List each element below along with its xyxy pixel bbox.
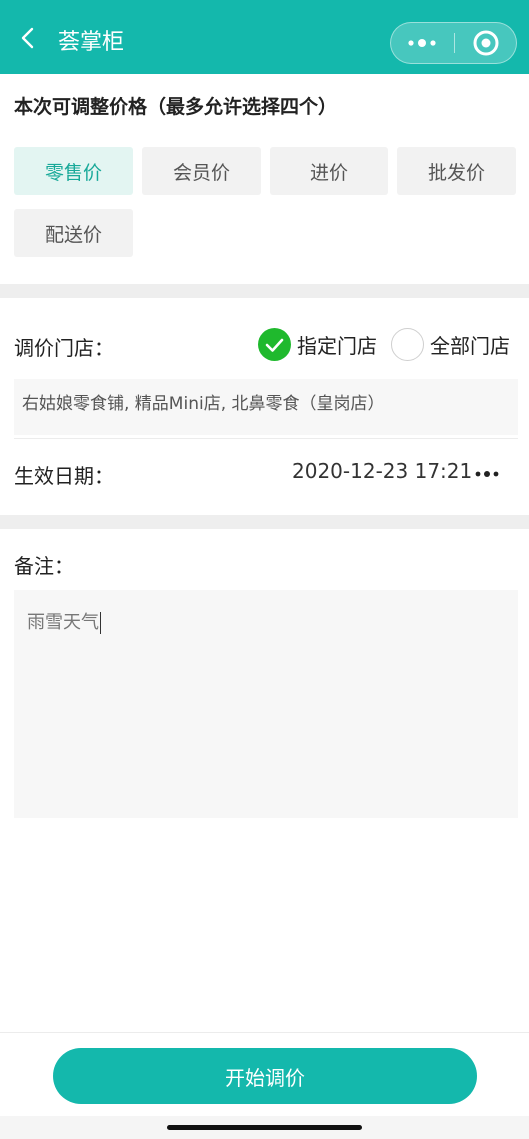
more-button[interactable] — [391, 23, 454, 63]
start-price-adjustment-button[interactable]: 开始调价 — [53, 1048, 477, 1104]
price-section-title: 本次可调整价格（最多允许选择四个） — [14, 96, 338, 118]
effective-date-label: 生效日期： — [14, 464, 114, 488]
radio-all-label: 全部门店 — [430, 334, 510, 358]
radio-specified-label: 指定门店 — [297, 334, 377, 358]
section-divider — [0, 284, 529, 298]
more-dots-icon — [475, 471, 499, 477]
effective-date-value[interactable]: 2020-12-23 17:21 — [292, 459, 472, 483]
more-dots-icon — [408, 39, 436, 47]
record-circle-icon — [473, 30, 499, 56]
text-cursor — [100, 612, 101, 634]
section-divider — [0, 515, 529, 529]
check-circle-icon — [258, 328, 291, 361]
back-icon[interactable] — [18, 27, 40, 49]
chevron-left-icon — [21, 27, 34, 49]
page-title: 荟掌柜 — [58, 30, 125, 55]
selected-stores-field[interactable]: 右姑娘零食铺, 精品Mini店, 北鼻零食（皇岗店） — [14, 379, 518, 435]
price-option-member[interactable]: 会员价 — [142, 147, 261, 195]
miniprogram-capsule — [390, 22, 517, 64]
close-miniprogram-button[interactable] — [455, 23, 517, 63]
home-indicator[interactable] — [167, 1125, 362, 1130]
price-option-retail[interactable]: 零售价 — [14, 147, 133, 195]
date-more-button[interactable] — [472, 462, 504, 484]
store-label: 调价门店： — [14, 336, 114, 360]
price-option-delivery[interactable]: 配送价 — [14, 209, 133, 257]
note-textarea[interactable]: 雨雪天气 — [14, 590, 518, 818]
price-option-purchase[interactable]: 进价 — [270, 147, 388, 195]
row-divider — [14, 438, 518, 439]
radio-specified-store[interactable]: 指定门店 — [258, 328, 377, 361]
price-option-wholesale[interactable]: 批发价 — [397, 147, 516, 195]
note-text: 雨雪天气 — [27, 612, 99, 633]
note-label: 备注： — [14, 554, 74, 578]
radio-all-stores[interactable]: 全部门店 — [391, 328, 510, 361]
top-navbar: 荟掌柜 — [0, 0, 529, 74]
empty-circle-icon — [391, 328, 424, 361]
